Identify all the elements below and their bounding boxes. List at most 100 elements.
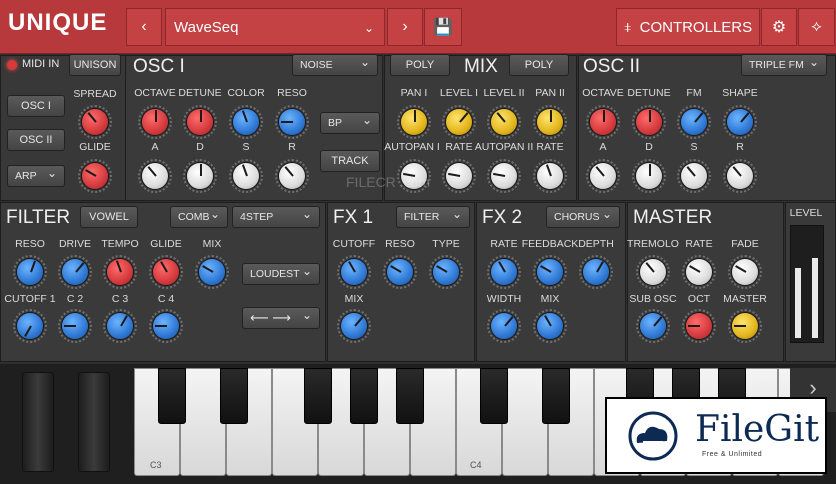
rate2-knob[interactable] [537,163,563,189]
osc2-s-knob[interactable] [681,163,707,189]
track-button[interactable]: TRACK [320,150,380,172]
oct-knob[interactable] [686,313,712,339]
fx1-reso-knob[interactable] [387,259,413,285]
osc1-select-button[interactable]: OSC I [7,95,65,117]
drive-knob-pointer [75,262,85,273]
fx2-rate-knob[interactable] [491,259,517,285]
poly-left-button[interactable]: POLY [390,54,450,76]
fx2-mix-knob[interactable] [537,313,563,339]
osc1-s-knob[interactable] [233,163,259,189]
prev-preset-button[interactable]: ‹ [126,8,162,46]
cutoff1-knob[interactable] [17,313,43,339]
osc1-octave-knob-pointer [155,110,157,122]
master-rate-knob[interactable] [686,259,712,285]
rate2-label: RATE [536,141,564,153]
osc2-select-button[interactable]: OSC II [7,129,65,151]
fx1-type-dropdown[interactable]: FILTER [396,204,470,228]
osc1-d-knob[interactable] [187,163,213,189]
filter-mix-knob[interactable] [199,259,225,285]
next-preset-button[interactable]: › [387,8,423,46]
comb-dropdown[interactable]: COMB [170,204,228,228]
osc2-a-knob[interactable] [590,163,616,189]
fm-knob[interactable] [681,109,707,135]
fx1-cutoff-knob[interactable] [341,259,367,285]
direction-dropdown[interactable]: ⟵ ⟶ [242,305,320,329]
mod-wheel[interactable] [78,372,110,472]
arp-dropdown[interactable]: ARP [7,163,65,187]
save-button[interactable]: 💾 [424,8,462,46]
c4-knob[interactable] [153,313,179,339]
chorus-dropdown[interactable]: CHORUS [546,204,620,228]
osc1-color-knob[interactable] [233,109,259,135]
c3-knob[interactable] [107,313,133,339]
black-key[interactable] [158,368,186,424]
tremolo-knob[interactable] [640,259,666,285]
c2-knob[interactable] [62,313,88,339]
glide-knob[interactable] [82,163,108,189]
4step-dropdown[interactable]: 4STEP [232,204,320,228]
unison-button[interactable]: UNISON [69,54,121,76]
master-volume-knob[interactable] [732,313,758,339]
osc2-d-knob[interactable] [636,163,662,189]
settings-button[interactable]: ⚙ [761,8,797,46]
osc1-r-knob[interactable] [279,163,305,189]
noise-dropdown[interactable]: NOISE [292,52,378,76]
black-key[interactable] [396,368,424,424]
fade-knob[interactable] [732,259,758,285]
glide-knob-pointer [85,169,97,177]
osc2-mode-dropdown[interactable]: TRIPLE FM [741,52,827,76]
autopan2-knob[interactable] [491,163,517,189]
shape-knob[interactable] [727,109,753,135]
black-key[interactable] [304,368,332,424]
c4-key-label: C4 [470,460,482,470]
fx2-mix-label: MIX [540,293,560,305]
level1-knob[interactable] [446,109,472,135]
poly-right-button[interactable]: POLY [509,54,569,76]
level2-knob[interactable] [491,109,517,135]
feedback-knob[interactable] [537,259,563,285]
osc1-octave-knob[interactable] [142,109,168,135]
filter-reso-knob[interactable] [17,259,43,285]
black-key[interactable] [542,368,570,424]
osc1-detune-knob[interactable] [187,109,213,135]
fx1-type-knob[interactable] [433,259,459,285]
osc1-a-knob[interactable] [142,163,168,189]
vowel-button[interactable]: VOWEL [80,206,138,228]
depth-knob[interactable] [583,259,609,285]
tempo-knob[interactable] [107,259,133,285]
black-key[interactable] [350,368,378,424]
filter-glide-knob[interactable] [153,259,179,285]
black-key[interactable] [480,368,508,424]
osc2-r-knob[interactable] [727,163,753,189]
top-bar-spacer [462,8,614,46]
c2-knob-pointer [64,325,76,327]
width-knob[interactable] [491,313,517,339]
controllers-button[interactable]: ⧧ CONTROLLERS [616,8,760,46]
rate2-knob-pointer [546,164,552,177]
osc1-a-knob-pointer [147,166,157,177]
pan1-knob[interactable] [401,109,427,135]
filegit-logo: FileGit Free & Unlimited [605,397,827,474]
spread-knob[interactable] [82,109,108,135]
drive-knob[interactable] [62,259,88,285]
osc2-a-knob-pointer [595,166,605,177]
brand-logo: UNIQUE [8,9,108,36]
pitch-wheel[interactable] [22,372,54,472]
fm-knob-pointer [694,112,704,123]
rate1-knob[interactable] [446,163,472,189]
bp-dropdown[interactable]: BP [320,110,380,134]
fx1-mix-knob[interactable] [341,313,367,339]
osc2-detune-knob[interactable] [636,109,662,135]
osc2-title: OSC II [583,56,641,77]
routing-button[interactable]: ⟡ [798,8,835,46]
subosc-knob[interactable] [640,313,666,339]
black-key[interactable] [220,368,248,424]
osc2-octave-knob[interactable] [590,109,616,135]
pan2-knob[interactable] [537,109,563,135]
osc1-reso-knob[interactable] [279,109,305,135]
preset-selector[interactable]: WaveSeq ⌄ [165,8,385,46]
loudest-dropdown[interactable]: LOUDEST [242,261,320,285]
pan2-label: PAN II [535,87,565,99]
level2-knob-pointer [496,112,506,123]
spread-label: SPREAD [73,88,117,100]
